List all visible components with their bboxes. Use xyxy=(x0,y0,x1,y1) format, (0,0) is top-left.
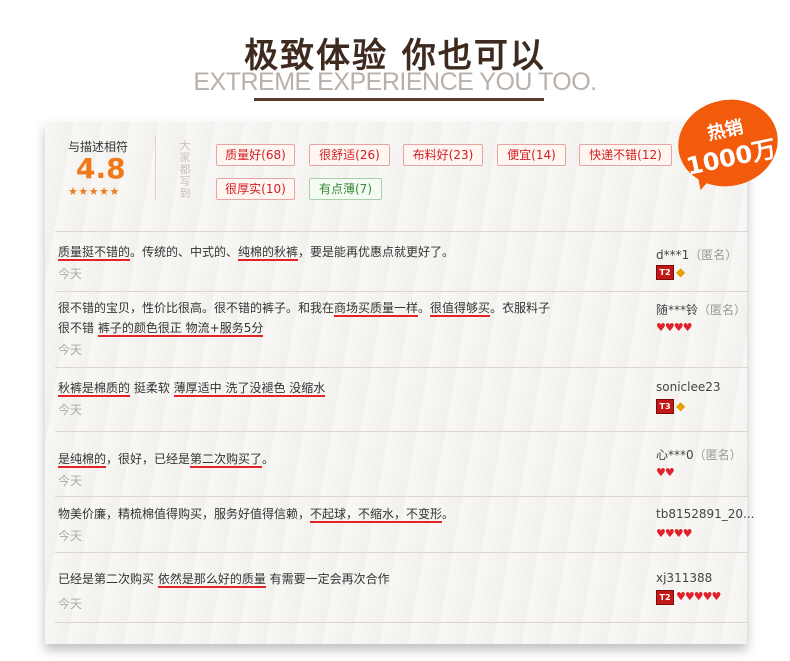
review-date: 今天 xyxy=(58,474,83,488)
review-date: 今天 xyxy=(58,343,83,357)
reviewer-name: xj311388 xyxy=(656,571,713,585)
tag-a-bit-thin[interactable]: 有点薄(7) xyxy=(309,178,382,200)
tag-comfortable[interactable]: 很舒适(26) xyxy=(309,144,390,166)
rating-score: 4.8 xyxy=(76,152,126,185)
tag-fast-delivery[interactable]: 快递不错(12) xyxy=(579,144,672,166)
rating-stars-icon: ★★★★★ xyxy=(68,185,120,198)
page-subtitle: EXTREME EXPERIENCE YOU TOO. xyxy=(193,68,597,96)
review-date: 今天 xyxy=(58,403,83,417)
divider xyxy=(55,431,748,432)
tag-fabric-good[interactable]: 布料好(23) xyxy=(403,144,483,166)
heart-icon: ♥♥ xyxy=(656,466,675,479)
tag-thick[interactable]: 很厚实(10) xyxy=(216,178,295,200)
subtitle-underline xyxy=(254,98,544,101)
reviewer-name: 随***铃（匿名） xyxy=(656,303,747,317)
review-text: 是纯棉的，很好，已经是第二次购买了。 xyxy=(58,452,275,468)
review-date: 今天 xyxy=(58,597,83,611)
tag-cheap[interactable]: 便宜(14) xyxy=(497,144,566,166)
review-text: 质量挺不错的。传统的、中式的、纯棉的秋裤，要是能再优惠点就更好了。 xyxy=(58,245,455,261)
reviewer-level: T2 ♥♥♥♥♥ xyxy=(656,589,721,605)
tmall-level-icon: T2 xyxy=(656,264,674,280)
divider xyxy=(55,552,748,553)
reviewer-name: 心***0（匿名） xyxy=(656,448,742,462)
tmall-level-icon: T2 xyxy=(656,589,674,605)
divider xyxy=(55,367,748,368)
reviewer-level: T3 ◆ xyxy=(656,398,685,414)
diamond-icon: ◆ xyxy=(676,399,686,413)
tag-quality-good[interactable]: 质量好(68) xyxy=(216,144,295,166)
reviewer-level: ♥♥ xyxy=(656,465,675,481)
reviewer-level: ♥♥♥♥ xyxy=(656,320,692,336)
review-text: 很不错的宝贝，性价比很高。很不错的裤子。和我在商场买质量一样。很值得够买。衣服料… xyxy=(58,301,551,337)
heart-icon: ♥♥♥♥ xyxy=(656,321,692,334)
review-text: 已经是第二次购买 依然是那么好的质量 有需要一定会再次合作 xyxy=(58,572,390,588)
reviewer-level: ♥♥♥♥ xyxy=(656,526,692,542)
heart-icon: ♥♥♥♥♥ xyxy=(676,590,721,603)
divider xyxy=(55,622,748,623)
rating-divider xyxy=(155,136,156,200)
review-text: 物美价廉，精梳棉值得购买，服务好值得信赖，不起球，不缩水，不变形。 xyxy=(58,507,455,523)
review-date: 今天 xyxy=(58,529,83,543)
hot-sale-badge: 热销 1000万 xyxy=(670,90,786,196)
divider xyxy=(55,291,748,292)
heart-icon: ♥♥♥♥ xyxy=(656,527,692,540)
review-text: 秋裤是棉质的 挺柔软 薄厚适中 洗了没褪色 没缩水 xyxy=(58,381,326,397)
reviewer-level: T2 ◆ xyxy=(656,264,685,280)
reviewer-name: d***1（匿名） xyxy=(656,248,738,262)
tmall-level-icon: T3 xyxy=(656,398,674,414)
review-date: 今天 xyxy=(58,267,83,281)
diamond-icon: ◆ xyxy=(676,265,686,279)
reviewer-name: tb8152891_20... xyxy=(656,507,755,521)
divider xyxy=(55,496,748,497)
divider xyxy=(55,231,748,232)
dajia-label: 大 家 都 写 到 xyxy=(179,139,191,200)
reviewer-name: soniclee23 xyxy=(656,380,721,394)
